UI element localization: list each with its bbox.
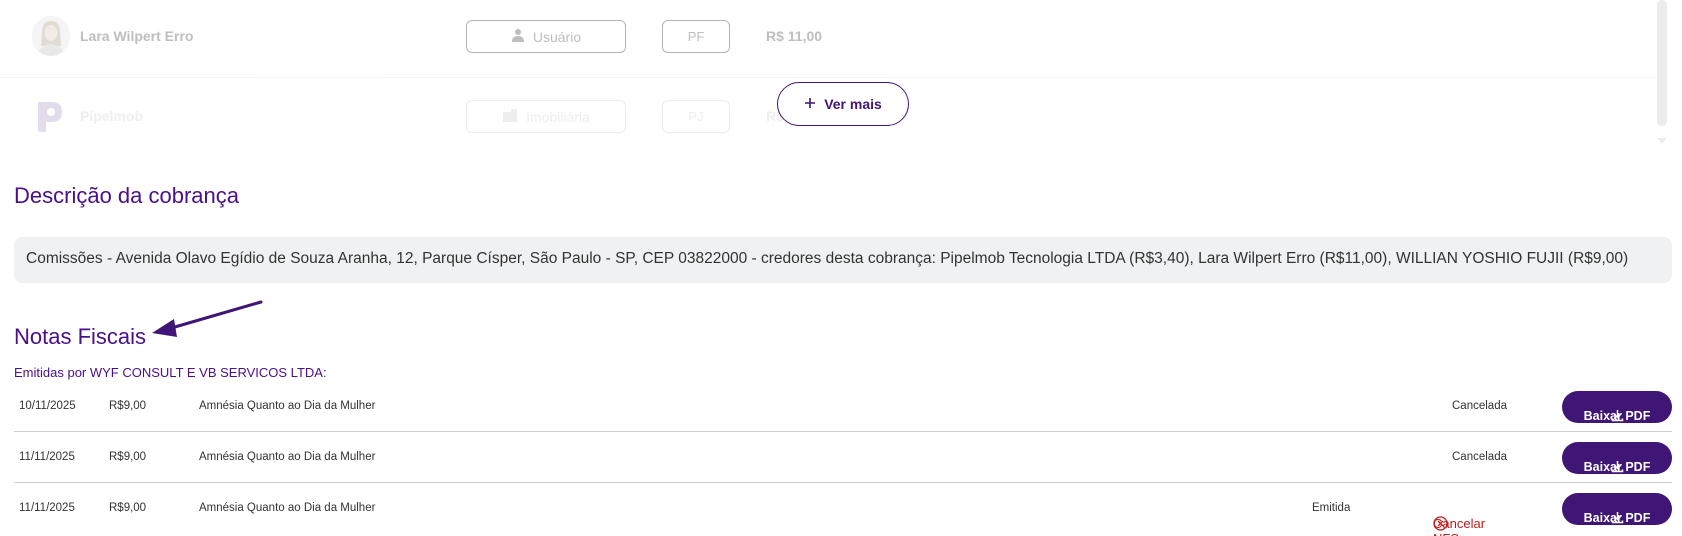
invoice-description: Amnésia Quanto ao Dia da Mulher (199, 451, 376, 463)
download-pdf-label: Baixar PDF (1583, 409, 1651, 423)
invoice-status: Cancelada (1452, 400, 1507, 412)
building-icon (502, 108, 518, 125)
invoice-value: R$9,00 (109, 502, 147, 514)
person-type-button[interactable]: PF (662, 20, 730, 53)
invoice-status: Cancelada (1452, 451, 1507, 463)
invoice-description: Amnésia Quanto ao Dia da Mulher (199, 502, 376, 514)
invoice-value: R$9,00 (109, 451, 147, 463)
recipient-amount: R$ 11,00 (766, 28, 823, 44)
download-pdf-label: Baixar PDF (1583, 511, 1651, 525)
person-type-button[interactable]: PJ (662, 100, 730, 133)
scrollbar[interactable] (1657, 0, 1667, 126)
user-icon (511, 28, 525, 45)
download-pdf-button[interactable]: Baixar PDF (1562, 391, 1672, 423)
role-button[interactable]: Usuário (466, 20, 626, 53)
person-type-label: PJ (688, 109, 704, 124)
role-button[interactable]: Imobiliária (466, 100, 626, 133)
invoice-date: 10/11/2025 (19, 400, 76, 412)
invoices-title: Notas Fiscais (14, 324, 147, 349)
download-pdf-button[interactable]: Baixar PDF (1562, 493, 1672, 525)
invoice-description: Amnésia Quanto ao Dia da Mulher (199, 400, 376, 412)
download-pdf-label: Baixar PDF (1583, 460, 1651, 474)
ver-mais-label: Ver mais (824, 96, 882, 112)
scroll-down-arrow[interactable] (1657, 138, 1667, 144)
role-label: Imobiliária (526, 108, 590, 125)
invoice-date: 11/11/2025 (19, 451, 75, 463)
invoice-date: 11/11/2025 (19, 502, 75, 514)
invoice-row: 11/11/2025 R$9,00 Amnésia Quanto ao Dia … (14, 484, 1672, 536)
person-type-label: PF (687, 29, 705, 44)
invoice-value: R$9,00 (109, 400, 147, 412)
download-pdf-button[interactable]: Baixar PDF (1562, 442, 1672, 474)
plus-icon (804, 96, 816, 112)
invoice-row: 10/11/2025 R$9,00 Amnésia Quanto ao Dia … (14, 382, 1672, 432)
ver-mais-button[interactable]: Ver mais (777, 82, 909, 126)
role-label: Usuário (532, 28, 582, 45)
invoices-emitter: Emitidas por WYF CONSULT E VB SERVICOS L… (14, 365, 327, 380)
invoice-status: Emitida (1312, 502, 1351, 514)
cancel-nfse-label: Cancelar NFSe (1433, 516, 1486, 536)
invoice-row: 11/11/2025 R$9,00 Amnésia Quanto ao Dia … (14, 433, 1672, 483)
annotation-arrow-icon (152, 300, 263, 337)
